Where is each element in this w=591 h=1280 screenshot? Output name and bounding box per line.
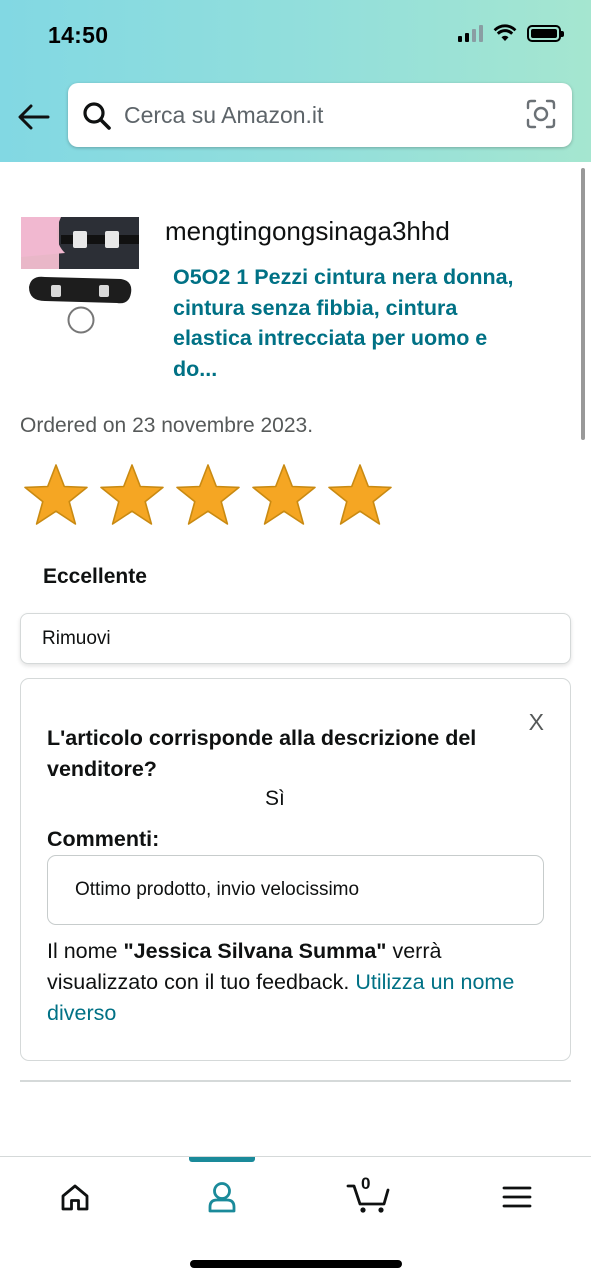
divider [20, 1080, 571, 1082]
menu-icon [502, 1186, 532, 1208]
home-icon [61, 1184, 89, 1211]
status-icons [458, 24, 564, 42]
arrow-left-icon [18, 104, 50, 130]
camera-search-icon[interactable] [526, 99, 556, 129]
feedback-card: X L'articolo corrisponde alla descrizion… [20, 678, 571, 1061]
status-time: 14:50 [48, 22, 109, 48]
scrollbar[interactable] [581, 168, 585, 440]
order-date: Ordered on 23 novembre 2023. [20, 414, 314, 437]
app-header: 14:50 [0, 0, 591, 162]
search-icon [83, 102, 111, 130]
search-bar[interactable] [68, 83, 572, 147]
home-indicator[interactable] [190, 1260, 402, 1268]
description-question: L'articolo corrisponde alla descrizione … [47, 726, 477, 781]
description-answer[interactable]: Sì [265, 787, 285, 811]
close-button[interactable]: X [529, 709, 544, 736]
display-name-note: Il nome "Jessica Silvana Summa" verrà vi… [47, 936, 527, 1029]
back-button[interactable] [16, 100, 52, 134]
active-tab-indicator [189, 1157, 255, 1162]
rating-label: Eccellente [43, 565, 147, 588]
star-rating[interactable] [22, 462, 394, 532]
battery-icon [527, 24, 564, 42]
star-icon[interactable] [250, 462, 318, 532]
cellular-signal-icon [458, 24, 483, 42]
cart-count-badge: 0 [361, 1174, 371, 1193]
tab-home[interactable] [27, 1157, 123, 1237]
display-name: "Jessica Silvana Summa" [123, 939, 387, 963]
tab-menu[interactable] [469, 1157, 565, 1237]
account-icon [208, 1182, 236, 1213]
comment-field[interactable] [47, 855, 544, 925]
wifi-icon [493, 24, 517, 41]
comments-label: Commenti: [47, 827, 160, 851]
star-icon[interactable] [98, 462, 166, 532]
remove-rating-button[interactable]: Rimuovi [20, 613, 571, 664]
product-image[interactable] [21, 217, 141, 337]
seller-name: mengtingongsinaga3hhd [165, 216, 450, 246]
name-note-prefix: Il nome [47, 939, 124, 963]
search-input[interactable] [124, 83, 504, 147]
star-icon[interactable] [174, 462, 242, 532]
star-icon[interactable] [326, 462, 394, 532]
tab-cart[interactable]: 0 [321, 1157, 417, 1237]
tab-account[interactable] [174, 1157, 270, 1237]
star-icon[interactable] [22, 462, 90, 532]
product-title-link[interactable]: O5O2 1 Pezzi cintura nera donna, cintura… [173, 262, 533, 384]
